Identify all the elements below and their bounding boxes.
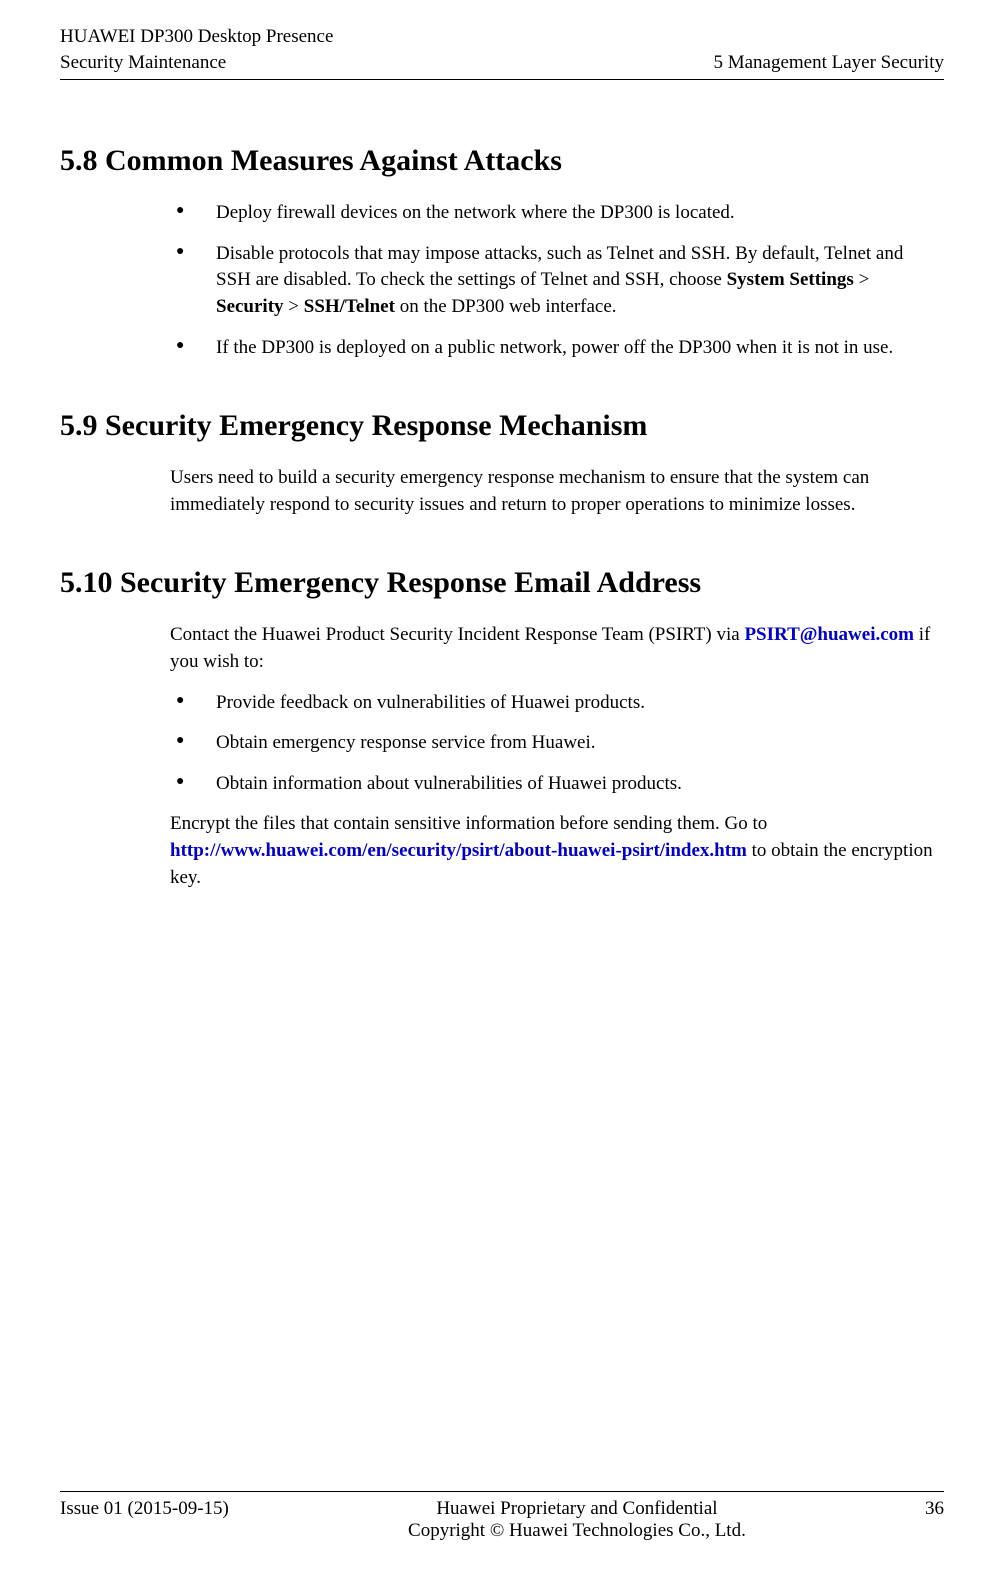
- text-run: >: [284, 296, 304, 317]
- section-heading-5-9: 5.9 Security Emergency Response Mechanis…: [60, 409, 944, 443]
- header-product-line: HUAWEI DP300 Desktop Presence: [60, 24, 333, 50]
- ui-path-segment: SSH/Telnet: [304, 296, 395, 317]
- page-footer: Issue 01 (2015-09-15) Huawei Proprietary…: [60, 1491, 944, 1542]
- document-page: HUAWEI DP300 Desktop Presence Security M…: [0, 0, 1004, 905]
- paragraph: Encrypt the files that contain sensitive…: [170, 811, 940, 891]
- list-item: Provide feedback on vulnerabilities of H…: [170, 690, 940, 717]
- list-item: Obtain information about vulnerabilities…: [170, 771, 940, 798]
- paragraph: Users need to build a security emergency…: [170, 465, 940, 518]
- page-content: 5.8 Common Measures Against Attacks Depl…: [60, 80, 944, 905]
- text-run: on the DP300 web interface.: [395, 296, 617, 317]
- psirt-url-link[interactable]: http://www.huawei.com/en/security/psirt/…: [170, 840, 747, 861]
- paragraph: Contact the Huawei Product Security Inci…: [170, 622, 940, 675]
- section-body-5-9: Users need to build a security emergency…: [170, 465, 940, 518]
- list-item: Deploy firewall devices on the network w…: [170, 200, 940, 227]
- ui-path-segment: Security: [216, 296, 284, 317]
- section-heading-5-8: 5.8 Common Measures Against Attacks: [60, 144, 944, 178]
- text-run: >: [854, 269, 869, 290]
- section-heading-5-10: 5.10 Security Emergency Response Email A…: [60, 566, 944, 600]
- bullet-list-5-10: Provide feedback on vulnerabilities of H…: [170, 690, 940, 798]
- page-header: HUAWEI DP300 Desktop Presence Security M…: [60, 24, 944, 80]
- list-item: Obtain emergency response service from H…: [170, 730, 940, 757]
- footer-page-number: 36: [925, 1498, 944, 1520]
- psirt-email-link[interactable]: PSIRT@huawei.com: [744, 624, 914, 645]
- footer-confidential: Huawei Proprietary and Confidential: [229, 1498, 925, 1520]
- section-body-5-10: Contact the Huawei Product Security Inci…: [170, 622, 940, 891]
- header-left: HUAWEI DP300 Desktop Presence Security M…: [60, 24, 333, 75]
- ui-path-segment: System Settings: [727, 269, 854, 290]
- header-doc-title: Security Maintenance: [60, 50, 333, 76]
- footer-copyright: Copyright © Huawei Technologies Co., Ltd…: [229, 1520, 925, 1542]
- header-right: 5 Management Layer Security: [713, 50, 944, 76]
- list-item: Disable protocols that may impose attack…: [170, 241, 940, 321]
- bullet-list-5-8: Deploy firewall devices on the network w…: [170, 200, 940, 361]
- section-body-5-8: Deploy firewall devices on the network w…: [170, 200, 940, 361]
- text-run: Contact the Huawei Product Security Inci…: [170, 624, 744, 645]
- section-gap: [60, 375, 944, 409]
- list-item: If the DP300 is deployed on a public net…: [170, 335, 940, 362]
- section-gap: [60, 532, 944, 566]
- text-run: Encrypt the files that contain sensitive…: [170, 813, 767, 834]
- footer-center: Huawei Proprietary and Confidential Copy…: [229, 1498, 925, 1542]
- footer-issue-date: Issue 01 (2015-09-15): [60, 1498, 229, 1520]
